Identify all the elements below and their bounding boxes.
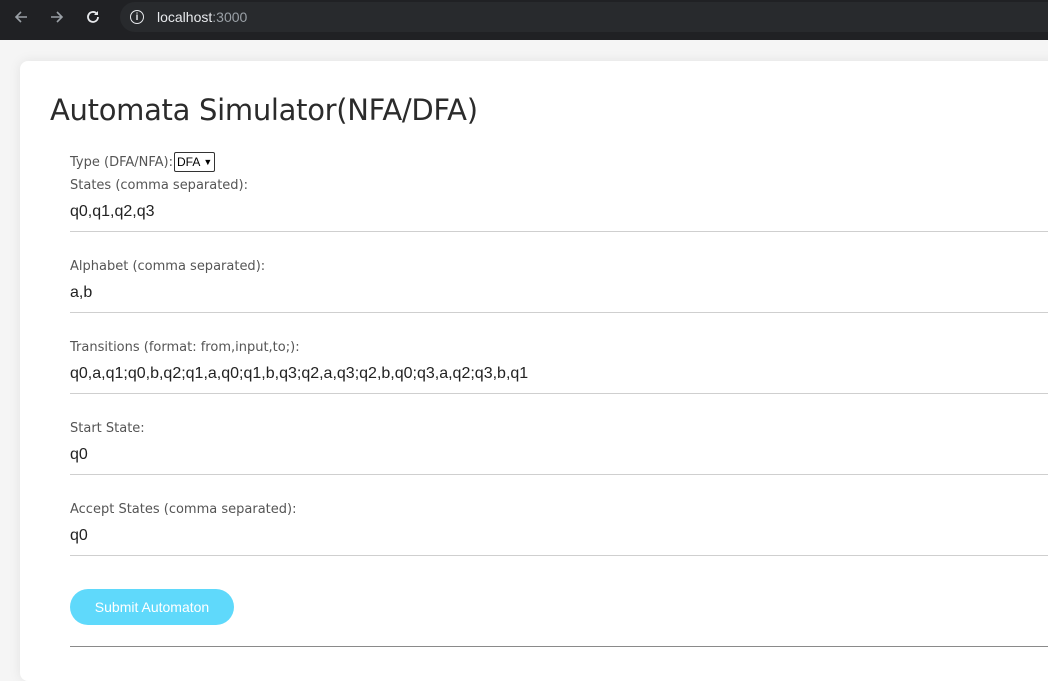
type-select-value: DFA <box>176 155 201 169</box>
back-arrow-icon[interactable] <box>11 7 31 27</box>
accept-states-input[interactable]: q0 <box>70 527 1048 556</box>
start-state-label: Start State: <box>70 421 145 436</box>
accept-states-field: Accept States (comma separated): q0 <box>70 502 1048 556</box>
submit-automaton-button[interactable]: Submit Automaton <box>70 589 234 625</box>
simulator-card: Automata Simulator(NFA/DFA) Type (DFA/NF… <box>20 61 1048 681</box>
page-title: Automata Simulator(NFA/DFA) <box>50 93 478 127</box>
forward-arrow-icon[interactable] <box>47 7 67 27</box>
alphabet-input[interactable]: a,b <box>70 284 1048 313</box>
states-label: States (comma separated): <box>70 178 249 193</box>
type-label: Type (DFA/NFA): <box>70 154 173 170</box>
browser-toolbar: i localhost:3000 <box>0 0 1048 40</box>
transitions-label: Transitions (format: from,input,to;): <box>70 340 300 355</box>
alphabet-field: Alphabet (comma separated): a,b <box>70 259 1048 313</box>
start-state-field: Start State: q0 <box>70 421 1048 475</box>
type-select[interactable]: DFA ▼ <box>173 152 216 172</box>
start-state-input[interactable]: q0 <box>70 446 1048 475</box>
reload-icon[interactable] <box>83 7 103 27</box>
alphabet-label: Alphabet (comma separated): <box>70 259 266 274</box>
transitions-input[interactable]: q0,a,q1;q0,b,q2;q1,a,q0;q1,b,q3;q2,a,q3;… <box>70 365 1048 394</box>
url-host: localhost <box>157 9 213 25</box>
divider <box>70 646 1048 647</box>
transitions-field: Transitions (format: from,input,to;): q0… <box>70 340 1048 394</box>
url-text: localhost:3000 <box>157 9 247 25</box>
address-bar[interactable]: i localhost:3000 <box>120 2 1048 32</box>
info-icon[interactable]: i <box>130 10 144 24</box>
url-port: :3000 <box>212 9 248 25</box>
type-row: Type (DFA/NFA): DFA ▼ <box>70 152 216 172</box>
accept-states-label: Accept States (comma separated): <box>70 502 297 517</box>
states-input[interactable]: q0,q1,q2,q3 <box>70 203 1048 232</box>
states-field: States (comma separated): q0,q1,q2,q3 <box>70 178 1048 232</box>
chevron-down-icon: ▼ <box>203 157 213 167</box>
